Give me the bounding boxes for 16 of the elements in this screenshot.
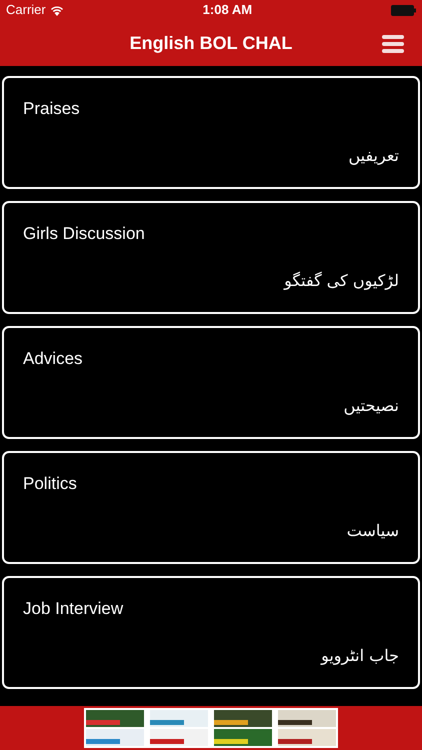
app-title: English BOL CHAL: [130, 32, 292, 55]
topic-title-urdu: لڑکیوں کی گفتگو: [284, 271, 399, 290]
topic-title: Advices: [23, 348, 83, 370]
topic-title: Girls Discussion: [23, 223, 145, 245]
menu-button[interactable]: [382, 32, 404, 56]
topic-title: Politics: [23, 473, 77, 495]
carrier-label: Carrier: [6, 1, 46, 20]
wifi-icon: [50, 4, 64, 16]
topic-title: Praises: [23, 98, 80, 120]
topic-title-urdu: تعریفیں: [348, 146, 399, 165]
topic-title-urdu: جاب انٹرویو: [321, 646, 399, 665]
topic-title: Job Interview: [23, 598, 124, 620]
topic-title-urdu: سیاست: [346, 521, 399, 540]
battery-icon: [390, 4, 416, 16]
status-time: 1:08 AM: [202, 1, 252, 20]
topic-title-urdu: نصیحتیں: [344, 396, 399, 415]
